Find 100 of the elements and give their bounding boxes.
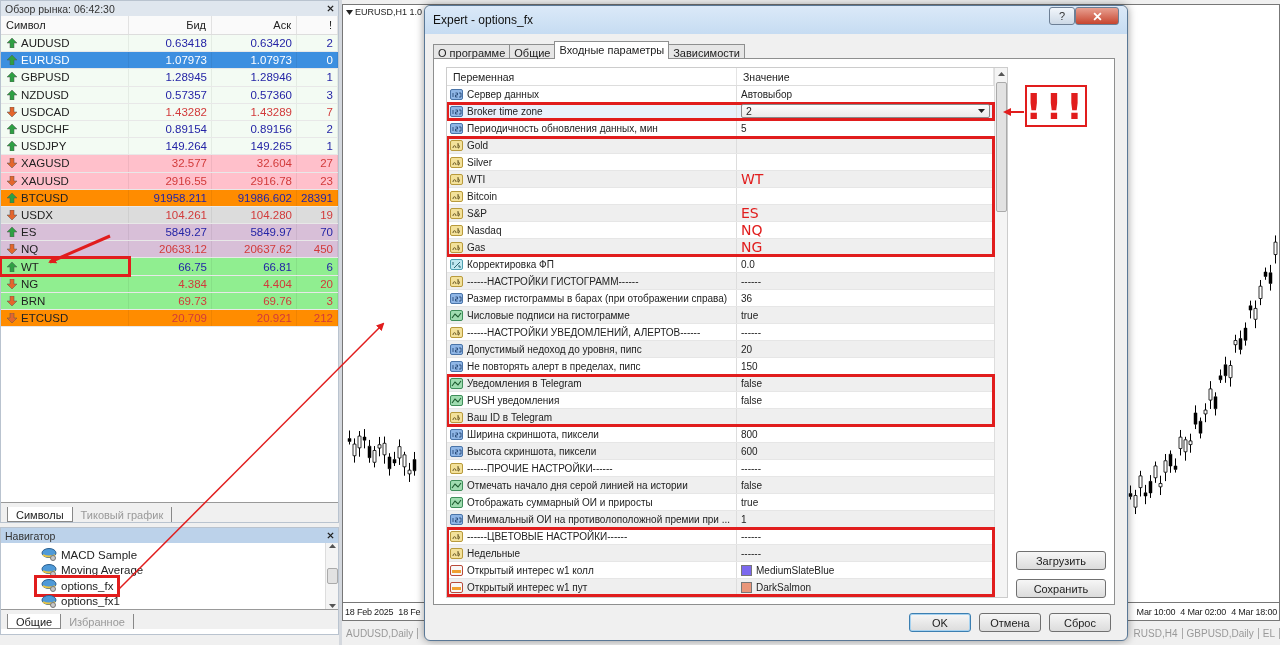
parameter-name: PUSH уведомления bbox=[467, 394, 560, 406]
parameter-name: Broker time zone bbox=[467, 105, 543, 117]
parameter-row[interactable]: Отображать суммарный ОИ и приросты true bbox=[447, 494, 994, 511]
scrollbar[interactable] bbox=[325, 543, 338, 609]
parameter-row[interactable]: WTI WT bbox=[447, 171, 994, 188]
ask-cell: 69.76 bbox=[212, 292, 297, 309]
parameter-row[interactable]: Silver bbox=[447, 154, 994, 171]
parameter-row[interactable]: Открытый интерес w1 колл MediumSlateBlue bbox=[447, 562, 994, 579]
panel-tab[interactable]: Общие bbox=[7, 614, 62, 629]
parameter-name: Недельные bbox=[467, 547, 520, 559]
parameter-name: ------НАСТРОЙКИ ГИСТОГРАММ------ bbox=[467, 275, 639, 287]
ask-cell: 1.28946 bbox=[212, 69, 297, 86]
parameter-name: Nasdaq bbox=[467, 224, 502, 236]
close-icon[interactable] bbox=[327, 532, 334, 539]
market-row[interactable]: USDJPY 149.264 149.265 1 bbox=[1, 138, 338, 156]
parameter-row[interactable]: ------ЦВЕТОВЫЕ НАСТРОЙКИ------ ------ bbox=[447, 528, 994, 545]
column-header[interactable]: Переменная bbox=[447, 68, 737, 85]
parameter-name: Отображать суммарный ОИ и приросты bbox=[467, 496, 653, 508]
toggle-type-icon bbox=[450, 376, 463, 390]
parameter-row[interactable]: ------НАСТРОЙКИ УВЕДОМЛЕНИЙ, АЛЕРТОВ------ ------ bbox=[447, 324, 994, 341]
parameter-row[interactable]: Nasdaq NQ bbox=[447, 222, 994, 239]
parameter-value: 36 bbox=[741, 292, 753, 304]
symbol-name: NG bbox=[21, 277, 39, 290]
parameter-row[interactable]: Bitcoin bbox=[447, 188, 994, 205]
tree-item[interactable]: options_fx1 bbox=[37, 593, 124, 609]
market-row[interactable]: NQ 20633.12 20637.62 450 bbox=[1, 241, 338, 259]
help-button[interactable]: ? bbox=[1049, 7, 1075, 25]
parameter-row[interactable]: Недельные ------ bbox=[447, 545, 994, 562]
market-row[interactable]: GBPUSD 1.28945 1.28946 1 bbox=[1, 69, 338, 87]
parameter-row[interactable]: Broker time zone 2 bbox=[447, 103, 994, 120]
market-row[interactable]: WT 66.75 66.81 6 bbox=[1, 258, 338, 276]
cap-icon bbox=[41, 594, 57, 608]
dialog-tab[interactable]: О программе bbox=[433, 44, 511, 59]
tree-item[interactable]: MACD Sample bbox=[37, 547, 142, 563]
dialog-button[interactable]: OK bbox=[909, 613, 971, 632]
scroll-thumb[interactable] bbox=[326, 568, 338, 584]
scrollbar[interactable] bbox=[994, 68, 1007, 597]
scroll-up-icon[interactable] bbox=[997, 71, 1005, 76]
parameter-row[interactable]: Допустимый недоход до уровня, пипс 20 bbox=[447, 341, 994, 358]
market-row[interactable]: XAGUSD 32.577 32.604 27 bbox=[1, 155, 338, 173]
parameter-row[interactable]: Уведомления в Telegram false bbox=[447, 375, 994, 392]
tree-item[interactable]: options_fx bbox=[37, 578, 118, 594]
parameter-name: Уведомления в Telegram bbox=[467, 377, 582, 389]
parameter-name: Ширина скриншота, пиксели bbox=[467, 428, 599, 440]
number-type-icon bbox=[450, 87, 463, 101]
bid-cell: 1.07973 bbox=[129, 52, 212, 69]
value-dropdown[interactable]: 2 bbox=[741, 104, 990, 118]
scroll-thumb[interactable] bbox=[995, 82, 1007, 212]
parameter-row[interactable]: PUSH уведомления false bbox=[447, 392, 994, 409]
market-row[interactable]: ETCUSD 20.709 20.921 212 bbox=[1, 310, 338, 328]
down-arrow-icon bbox=[7, 158, 17, 169]
symbol-name: ES bbox=[21, 226, 37, 239]
parameter-row[interactable]: S&P ES bbox=[447, 205, 994, 222]
market-row[interactable]: AUDUSD 0.63418 0.63420 2 bbox=[1, 35, 338, 53]
market-row[interactable]: ES 5849.27 5849.97 70 bbox=[1, 224, 338, 242]
parameter-name: ------ЦВЕТОВЫЕ НАСТРОЙКИ------ bbox=[467, 530, 628, 542]
spread-cell: 2 bbox=[297, 35, 338, 52]
parameter-row[interactable]: Открытый интерес w1 пут DarkSalmon bbox=[447, 579, 994, 596]
parameter-name: Открытый интерес w1 пут bbox=[467, 581, 588, 593]
side-button[interactable]: Загрузить bbox=[1016, 551, 1106, 570]
dialog-button[interactable]: Отмена bbox=[979, 613, 1041, 632]
symbol-name: XAGUSD bbox=[21, 157, 70, 170]
number-type-icon bbox=[450, 291, 463, 305]
column-header[interactable]: Аск bbox=[212, 16, 297, 34]
parameter-row[interactable]: Отмечать начало дня серой линией на истории false bbox=[447, 477, 994, 494]
parameter-name: Размер гистограммы в барах (при отображении справа) bbox=[467, 292, 728, 304]
parameter-row[interactable]: Размер гистограммы в барах (при отображении справа) 36 bbox=[447, 290, 994, 307]
parameter-name: Silver bbox=[467, 156, 492, 168]
column-header[interactable]: Символ bbox=[1, 16, 129, 34]
close-button[interactable] bbox=[1075, 7, 1119, 25]
spread-cell: 212 bbox=[297, 310, 338, 327]
bid-cell: 149.264 bbox=[129, 138, 212, 155]
toggle-type-icon bbox=[450, 393, 463, 407]
column-header[interactable]: Бид bbox=[129, 16, 212, 34]
parameter-row[interactable]: Gas NG bbox=[447, 239, 994, 256]
parameter-value: Автовыбор bbox=[741, 88, 793, 100]
dropdown-triangle-icon[interactable] bbox=[346, 9, 353, 15]
parameter-row[interactable]: Высота скриншота, пиксели 600 bbox=[447, 443, 994, 460]
text-type-icon bbox=[450, 206, 463, 220]
dialog-tab[interactable]: Входные параметры bbox=[554, 41, 670, 59]
annotation-arrow bbox=[1003, 108, 1025, 116]
text-type-icon bbox=[450, 274, 463, 288]
panel-title: Обзор рынка: 06:42:30 bbox=[5, 2, 115, 15]
dialog-button[interactable]: Сброс bbox=[1049, 613, 1111, 632]
dialog-tab[interactable]: Общие bbox=[509, 44, 556, 59]
parameter-row[interactable]: Числовые подписи на гистограмме true bbox=[447, 307, 994, 324]
side-button[interactable]: Сохранить bbox=[1016, 579, 1106, 598]
parameter-row[interactable]: Gold bbox=[447, 137, 994, 154]
spread-cell: 0 bbox=[297, 52, 338, 69]
parameter-row[interactable]: Ваш ID в Telegram bbox=[447, 409, 994, 426]
annotation-text: ES bbox=[741, 205, 759, 221]
parameter-row[interactable]: ------НАСТРОЙКИ ГИСТОГРАММ------ ------ bbox=[447, 273, 994, 290]
spread-cell: 7 bbox=[297, 103, 338, 120]
parameter-row[interactable]: ------ПРОЧИЕ НАСТРОЙКИ------ ------ bbox=[447, 460, 994, 477]
column-header[interactable]: ! bbox=[297, 16, 338, 34]
ask-cell: 20637.62 bbox=[212, 241, 297, 258]
close-icon[interactable] bbox=[327, 5, 334, 12]
parameter-value: 600 bbox=[741, 445, 758, 457]
panel-tab[interactable]: Символы bbox=[7, 507, 73, 522]
dialog-tab[interactable]: Зависимости bbox=[668, 44, 745, 59]
